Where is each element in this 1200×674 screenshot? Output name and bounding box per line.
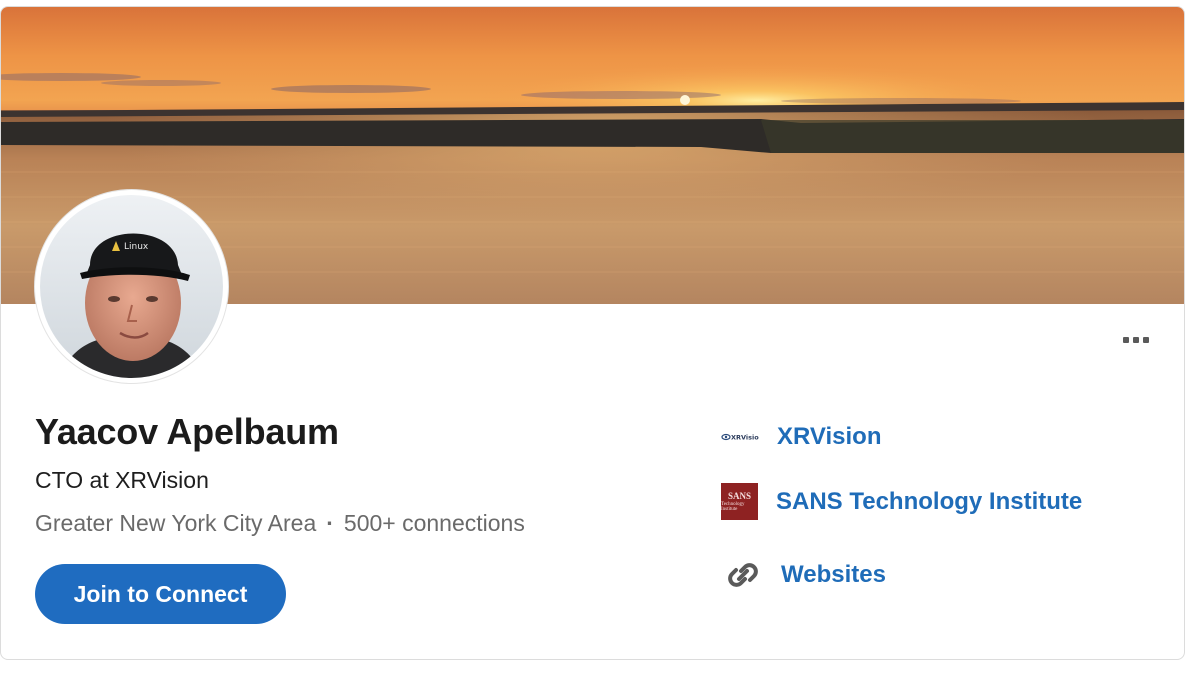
profile-headline: CTO at XRVision (35, 467, 209, 493)
websites-label: Websites (781, 561, 886, 588)
sans-logo-icon: SANS Technology Institute (721, 483, 758, 520)
school-name: SANS Technology Institute (776, 487, 1083, 515)
profile-location: Greater New York City Area (35, 510, 317, 536)
link-icon (721, 555, 765, 595)
profile-photo[interactable]: Linux (35, 190, 228, 383)
avatar-portrait-graphic: Linux (40, 195, 223, 378)
meta-separator: · (326, 510, 334, 536)
school-link-sans[interactable]: SANS Technology Institute SANS Technolog… (721, 483, 1082, 520)
sans-logo-subtext: Technology Institute (721, 501, 745, 512)
profile-card: Linux Yaacov Apelbaum CTO at XRVision Gr… (0, 6, 1185, 660)
company-link-xrvision[interactable]: XRVision XRVision (721, 418, 881, 456)
profile-meta: Greater New York City Area · 500+ connecti… (35, 510, 525, 537)
websites-link[interactable]: Websites (721, 555, 886, 595)
profile-connections: 500+ connections (343, 510, 525, 536)
sans-logo-text: SANS (727, 490, 751, 501)
ellipsis-icon-dot (1133, 337, 1139, 343)
ellipsis-icon-dot (1143, 337, 1149, 343)
ellipsis-icon-dot (1123, 337, 1129, 343)
xrvision-logo-icon: XRVision (721, 418, 759, 456)
join-to-connect-button[interactable]: Join to Connect (35, 564, 286, 624)
company-name: XRVision (777, 423, 882, 450)
profile-name: Yaacov Apelbaum (35, 411, 339, 452)
svg-text:XRVision: XRVision (731, 434, 759, 442)
cap-text: Linux (124, 242, 149, 252)
more-options-button[interactable] (1116, 329, 1156, 351)
